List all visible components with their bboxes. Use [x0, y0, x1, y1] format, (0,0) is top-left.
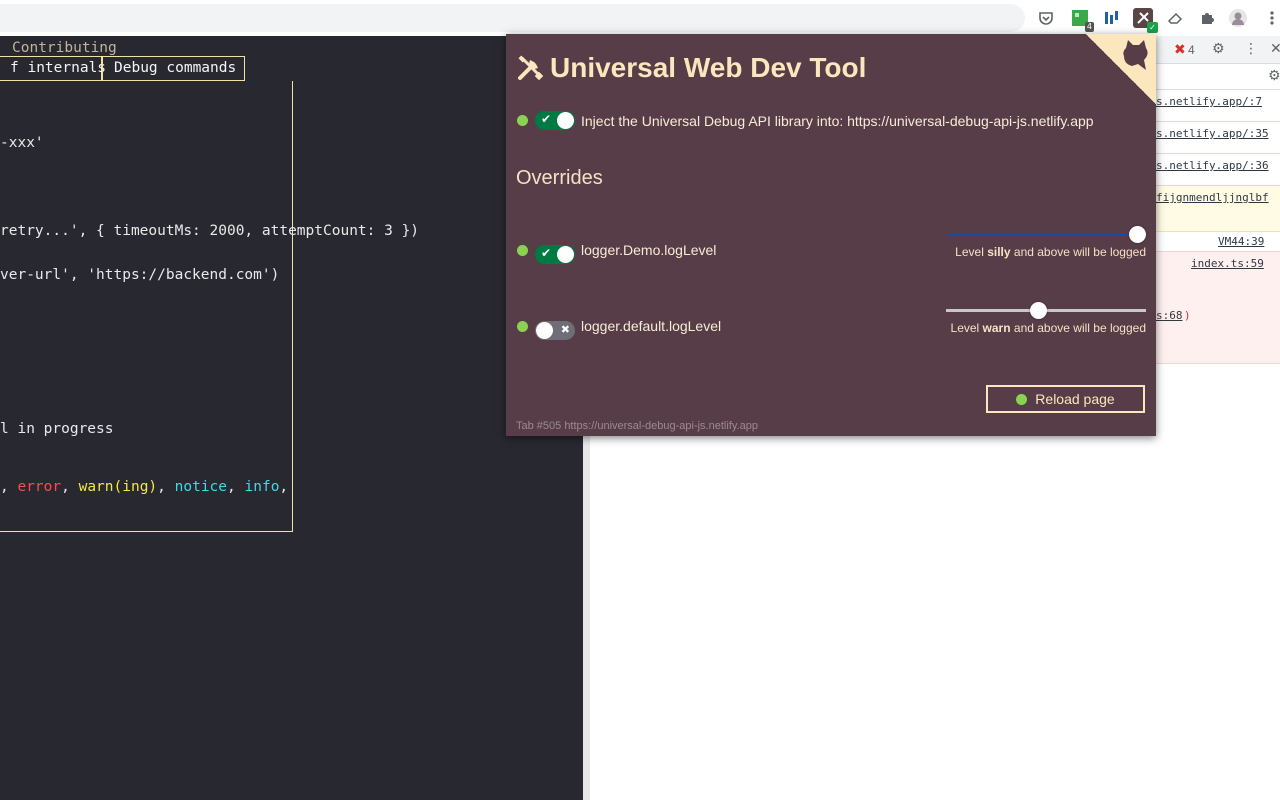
code-line-xxx: -xxx': [0, 135, 44, 151]
slider-thumb[interactable]: [1129, 226, 1146, 243]
reload-page-label: Reload page: [1035, 391, 1115, 407]
source-link[interactable]: s.netlify.app/:7: [1156, 95, 1262, 108]
console-settings-icon[interactable]: ⚙: [1268, 68, 1280, 84]
popup-title: Universal Web Dev Tool: [516, 52, 866, 84]
console-warning-row: fijgnmendljjnglbf: [1156, 186, 1280, 232]
tab-info-footer: Tab #505 https://universal-debug-api-js.…: [516, 420, 758, 432]
level-separator: ,: [0, 479, 18, 495]
level-separator: ,: [227, 479, 245, 495]
overrides-heading: Overrides: [516, 167, 603, 189]
code-line-log-levels: , error, warn(ing), notice, info,: [0, 479, 288, 495]
override-key-demo: logger.Demo.logLevel: [581, 242, 717, 258]
console-subbar: ⚙: [1156, 64, 1280, 90]
extension-badge-count: 4: [1084, 22, 1094, 32]
code-line-in-progress: l in progress: [0, 421, 114, 437]
popup-title-text: Universal Web Dev Tool: [550, 52, 867, 83]
level-name: silly: [987, 245, 1011, 259]
level-error: error: [17, 479, 62, 495]
inject-label: Inject the Universal Debug API library i…: [581, 113, 1094, 129]
extension-popup: Universal Web Dev Tool ✔ Inject the Univ…: [506, 34, 1156, 436]
source-link[interactable]: s:68: [1156, 309, 1183, 322]
status-dot: [1016, 393, 1028, 405]
level-name: warn: [982, 321, 1011, 335]
more-options-icon[interactable]: ⋮: [1244, 41, 1258, 57]
level-info: info: [244, 479, 280, 495]
browser-toolbar: 4 ✓: [0, 0, 1280, 36]
level-separator: ,: [157, 479, 175, 495]
address-bar[interactable]: [0, 4, 1025, 32]
override-toggle-demo[interactable]: ✔: [535, 245, 575, 264]
close-icon[interactable]: ✕: [1270, 41, 1280, 57]
source-link[interactable]: VM44:39: [1218, 235, 1264, 248]
slider-thumb[interactable]: [1030, 302, 1047, 319]
source-link[interactable]: index.ts:59: [1191, 257, 1264, 270]
source-link[interactable]: fijgnmendljjnglbf: [1156, 191, 1269, 204]
terminal-pane: Contributing f internals Debug commands …: [0, 36, 583, 800]
menu-kebab-icon[interactable]: [1262, 8, 1280, 28]
puzzle-icon[interactable]: [1197, 8, 1217, 28]
status-dot: [517, 321, 528, 332]
toggle-knob: [557, 112, 574, 129]
level-note-default: Level warn and above will be logged: [951, 321, 1146, 335]
status-dot: [517, 115, 528, 126]
console-row: VM44:39: [1156, 232, 1280, 252]
override-key-default: logger.default.logLevel: [581, 318, 722, 334]
inject-toggle[interactable]: ✔: [535, 111, 575, 130]
github-octocat-icon[interactable]: [1118, 38, 1152, 72]
error-paren: ): [1184, 309, 1191, 322]
tab-debug-commands[interactable]: Debug commands: [102, 56, 245, 81]
tools-icon: [518, 55, 544, 81]
console-error-row: index.ts:59 s:68 ): [1156, 252, 1280, 364]
level-note-prefix: Level: [950, 321, 983, 335]
code-line-server-url: ver-url', 'https://backend.com'): [0, 267, 280, 283]
devtools-toolbar: ✖ 4 ⚙ ⋮ ✕: [1156, 36, 1280, 64]
universal-web-dev-tool-icon[interactable]: ✓: [1133, 8, 1158, 33]
level-separator: ,: [61, 479, 79, 495]
avatar-icon[interactable]: [1228, 8, 1248, 28]
extension-bars-icon[interactable]: [1101, 8, 1121, 28]
terminal-panel-border: [0, 81, 293, 532]
level-notice: notice: [174, 479, 228, 495]
reload-page-button[interactable]: Reload page: [986, 385, 1145, 413]
log-level-slider-demo[interactable]: [946, 226, 1146, 243]
console-row: s.netlify.app/:35: [1156, 122, 1280, 154]
level-note-suffix: and above will be logged: [1010, 321, 1146, 335]
console-row: s.netlify.app/:36: [1156, 154, 1280, 186]
contributing-tab[interactable]: Contributing: [12, 40, 117, 56]
override-toggle-default[interactable]: ✖: [535, 321, 575, 340]
toggle-knob: [536, 322, 553, 339]
pocket-icon[interactable]: [1036, 8, 1056, 28]
console-row: s.netlify.app/:7: [1156, 90, 1280, 122]
source-link[interactable]: s.netlify.app/:35: [1156, 127, 1269, 140]
x-icon: ✖: [560, 323, 570, 336]
error-count[interactable]: 4: [1188, 43, 1195, 57]
extension-green-icon[interactable]: 4: [1070, 8, 1094, 32]
slider-fill: [946, 233, 1146, 236]
check-icon: ✔: [541, 112, 552, 126]
log-level-slider-default[interactable]: [946, 302, 1146, 319]
level-note-prefix: Level: [955, 245, 988, 259]
slider-fill: [946, 309, 1038, 312]
source-link[interactable]: s.netlify.app/:36: [1156, 159, 1269, 172]
level-separator: ,: [279, 479, 289, 495]
error-icon: ✖: [1174, 42, 1186, 58]
level-note-suffix: and above will be logged: [1010, 245, 1146, 259]
extension-eraser-icon[interactable]: [1165, 8, 1185, 28]
settings-gear-icon[interactable]: ⚙: [1212, 41, 1225, 57]
level-warn: warn(ing): [78, 479, 158, 495]
code-line-retry: retry...', { timeoutMs: 2000, attemptCou…: [0, 223, 420, 239]
tab-internals[interactable]: f internals: [0, 56, 106, 81]
status-dot: [517, 245, 528, 256]
active-check-icon: ✓: [1147, 22, 1158, 33]
level-note-demo: Level silly and above will be logged: [955, 245, 1146, 259]
check-icon: ✔: [541, 246, 552, 260]
toggle-knob: [557, 246, 574, 263]
devtools-pane: ✖ 4 ⚙ ⋮ ✕ ⚙ s.netlify.app/:7 s.netlify.a…: [1156, 36, 1280, 800]
